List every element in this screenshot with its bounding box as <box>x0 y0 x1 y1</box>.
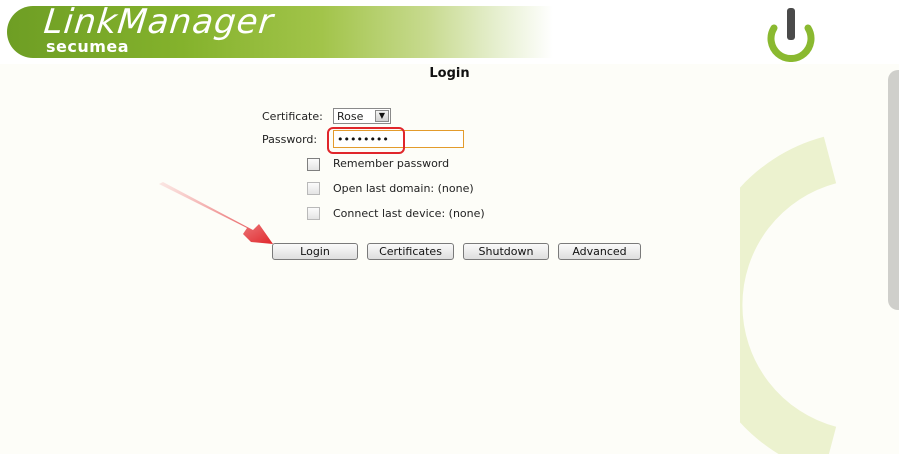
power-icon <box>767 8 815 62</box>
remember-password-checkbox[interactable] <box>307 158 320 171</box>
open-last-domain-label: Open last domain: (none) <box>333 182 474 195</box>
annotation-arrow <box>159 182 273 244</box>
certificate-select[interactable]: Rose ▼ <box>333 108 391 124</box>
advanced-button[interactable]: Advanced <box>558 243 641 260</box>
open-last-domain-checkbox[interactable] <box>307 182 320 195</box>
certificates-button[interactable]: Certificates <box>367 243 454 260</box>
password-label: Password: <box>262 133 318 146</box>
side-panel-tab[interactable] <box>888 70 899 310</box>
connect-last-device-checkbox[interactable] <box>307 207 320 220</box>
chevron-down-icon[interactable]: ▼ <box>375 110 389 122</box>
shutdown-button[interactable]: Shutdown <box>463 243 549 260</box>
connect-last-device-label: Connect last device: (none) <box>333 207 485 220</box>
certificate-select-value: Rose <box>337 110 364 123</box>
app-header: LinkManager secumea <box>0 0 899 64</box>
login-button[interactable]: Login <box>272 243 358 260</box>
background-power-ring <box>740 136 837 454</box>
brand-logo-text: LinkManager <box>41 2 276 42</box>
password-field[interactable] <box>333 130 464 148</box>
remember-password-label: Remember password <box>333 157 450 170</box>
brand-sub-logo: secumea <box>46 37 130 56</box>
certificate-label: Certificate: <box>262 110 323 123</box>
page-title: Login <box>429 66 470 81</box>
